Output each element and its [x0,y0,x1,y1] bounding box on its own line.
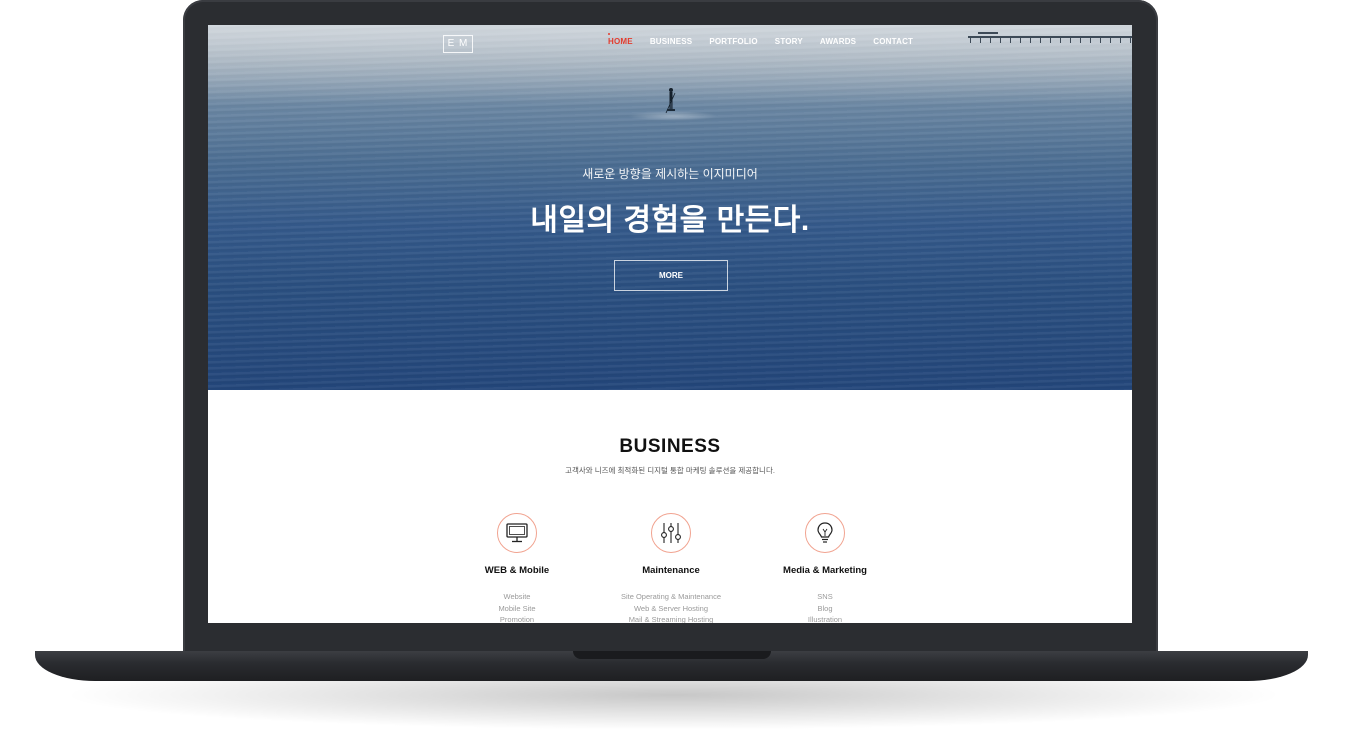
nav-item-portfolio[interactable]: PORTFOLIO [709,37,757,46]
paddleboarder-figure [665,88,676,114]
service-web-mobile[interactable]: WEB & Mobile Website Mobile Site Promoti… [442,513,592,623]
service-list: SNS Blog Illustration [750,591,900,623]
business-title: BUSINESS [619,436,721,457]
pier-graphic [968,32,1132,43]
service-item: Illustration [807,615,843,623]
service-name: Maintenance [642,565,700,576]
service-item: Website [503,592,531,601]
lightbulb-icon [805,513,845,553]
laptop-screen: E M HOME BUSINESS PORTFOLIO STORY AWARDS… [208,25,1132,623]
nav-item-home[interactable]: HOME [608,33,633,46]
service-item: Promotion [499,615,535,623]
sliders-icon [651,513,691,553]
nav-item-story[interactable]: STORY [775,37,803,46]
monitor-icon [497,513,537,553]
laptop-notch [573,651,771,659]
service-item: Blog [817,603,833,613]
main-nav: HOME BUSINESS PORTFOLIO STORY AWARDS CON… [608,33,930,46]
service-maintenance[interactable]: Maintenance Site Operating & Maintenance… [596,513,746,623]
service-item: Web & Server Hosting [633,603,709,613]
service-list: Website Mobile Site Promotion [442,591,592,623]
service-item: Mobile Site [498,603,536,613]
business-subtitle: 고객사와 니즈에 최적화된 디지털 통합 마케팅 솔루션을 제공합니다. [565,466,775,475]
nav-item-contact[interactable]: CONTACT [873,37,913,46]
hero-subtitle: 새로운 방향을 제시하는 이지미디어 [582,167,758,181]
service-item: Mail & Streaming Hosting [628,615,714,623]
service-name: Media & Marketing [783,565,867,576]
service-item: SNS [817,592,833,601]
service-name: WEB & Mobile [484,565,550,576]
service-item: Site Operating & Maintenance [620,592,722,601]
more-button[interactable]: MORE [614,260,728,291]
hero-title: 내일의 경험을 만든다. [530,204,810,237]
service-media-marketing[interactable]: Media & Marketing SNS Blog Illustration [750,513,900,623]
service-list: Site Operating & Maintenance Web & Serve… [596,591,746,623]
hero-section: E M HOME BUSINESS PORTFOLIO STORY AWARDS… [208,25,1132,390]
nav-item-business[interactable]: BUSINESS [650,37,693,46]
nav-item-awards[interactable]: AWARDS [820,37,856,46]
site-logo[interactable]: E M [443,35,473,53]
